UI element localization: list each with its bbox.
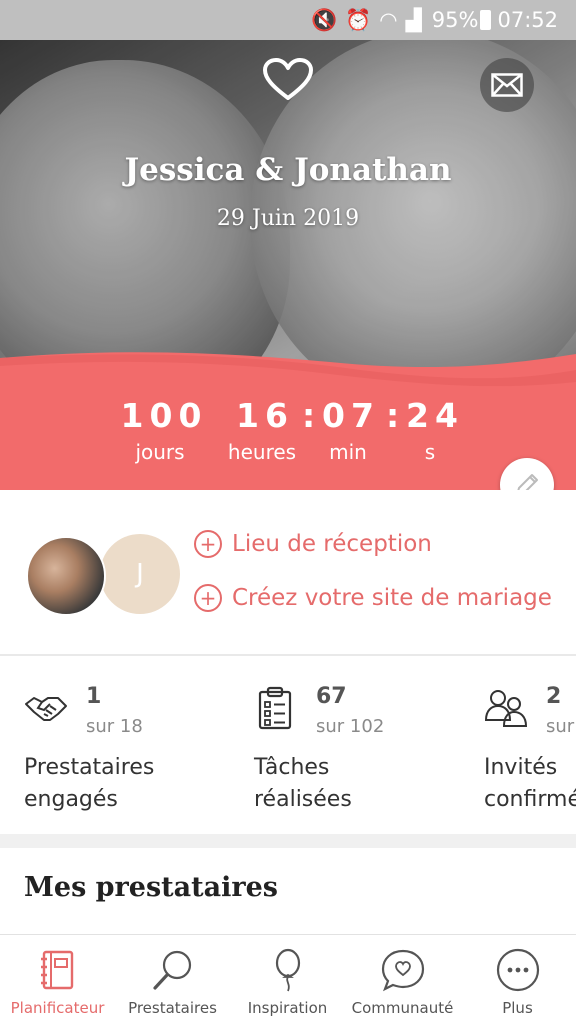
- signal-icon: ▟: [405, 8, 422, 32]
- alarm-icon: ⏰: [345, 7, 372, 32]
- battery-icon: [480, 10, 492, 30]
- nav-label: Prestataires: [128, 999, 217, 1017]
- bottom-navigation: Planificateur Prestataires Inspiration C…: [0, 934, 576, 1024]
- countdown-hours-label: heures: [227, 440, 297, 464]
- stat-guests[interactable]: 2 sur Invités confirmés: [484, 658, 576, 834]
- nav-inspiration[interactable]: Inspiration: [230, 935, 345, 1024]
- chat-heart-icon: [381, 949, 424, 992]
- stat-count: 67: [316, 684, 347, 709]
- create-wedding-site-label: Créez votre site de mariage: [232, 585, 552, 611]
- countdown-hours: 16: [236, 396, 294, 435]
- stat-count: 2: [546, 684, 562, 709]
- envelope-icon: [491, 73, 523, 97]
- stat-label-line: réalisées: [254, 787, 352, 812]
- wifi-icon: ◠: [379, 8, 398, 32]
- add-reception-venue-link[interactable]: + Lieu de réception: [194, 530, 432, 558]
- status-icons: 🔇 ⏰ ◠ ▟: [311, 8, 422, 33]
- stat-label-line: Tâches: [254, 755, 330, 780]
- plus-circle-icon: +: [194, 530, 222, 558]
- balloon-icon: [275, 948, 300, 992]
- stat-label-line: engagés: [24, 787, 118, 812]
- search-icon: [152, 950, 191, 990]
- heart-icon: [263, 58, 313, 100]
- status-bar: 🔇 ⏰ ◠ ▟ 95% 07:52: [0, 0, 576, 40]
- couple-avatar[interactable]: [26, 536, 106, 616]
- messages-button[interactable]: [480, 58, 534, 112]
- nav-prestataires[interactable]: Prestataires: [115, 935, 230, 1024]
- countdown-minutes: 07: [322, 396, 380, 435]
- nav-label: Planificateur: [10, 999, 105, 1017]
- countdown: 100 16 : 07 : 24 jours heures min s: [0, 396, 576, 486]
- plus-circle-icon: +: [194, 584, 222, 612]
- stat-label-line: Prestataires: [24, 755, 155, 780]
- countdown-separator: :: [302, 396, 316, 435]
- stat-total: sur 102: [316, 716, 385, 737]
- add-reception-venue-label: Lieu de réception: [232, 531, 432, 557]
- countdown-seconds-label: s: [424, 440, 436, 464]
- countdown-days: 100: [120, 396, 208, 435]
- battery-percent: 95%: [431, 8, 479, 32]
- stat-label-line: confirmés: [484, 787, 576, 812]
- mute-icon: 🔇: [310, 7, 338, 32]
- more-icon: [496, 948, 539, 992]
- stat-vendors[interactable]: 1 sur 18 Prestataires engagés: [24, 658, 244, 834]
- nav-label: Plus: [502, 999, 533, 1017]
- guests-icon: [484, 690, 528, 727]
- stats-row: 1 sur 18 Prestataires engagés 67 sur 102…: [0, 658, 576, 834]
- planner-icon: [40, 950, 73, 990]
- partner-avatar[interactable]: J: [100, 534, 180, 614]
- nav-plus[interactable]: Plus: [460, 935, 575, 1024]
- stat-label: Prestataires engagés: [24, 752, 154, 816]
- stat-tasks[interactable]: 67 sur 102 Tâches réalisées: [254, 658, 474, 834]
- nav-label: Communauté: [351, 999, 454, 1017]
- stat-label: Tâches réalisées: [254, 752, 352, 816]
- countdown-seconds: 24: [406, 396, 464, 435]
- clock: 07:52: [497, 8, 558, 32]
- nav-label: Inspiration: [247, 999, 328, 1017]
- nav-communaute[interactable]: Communauté: [345, 935, 460, 1024]
- stat-label: Invités confirmés: [484, 752, 576, 816]
- countdown-days-label: jours: [135, 440, 185, 464]
- create-wedding-site-link[interactable]: + Créez votre site de mariage: [194, 584, 552, 612]
- stat-total: sur 18: [86, 716, 143, 737]
- nav-planificateur[interactable]: Planificateur: [0, 935, 115, 1024]
- stat-label-line: Invités: [484, 755, 558, 780]
- profile-section: J + Lieu de réception + Créez votre site…: [0, 490, 576, 656]
- section-title: Mes prestataires: [24, 872, 278, 903]
- stat-count: 1: [86, 684, 102, 709]
- clipboard-icon: [258, 686, 292, 730]
- countdown-separator: :: [386, 396, 400, 435]
- couple-name: Jessica & Jonathan: [124, 152, 452, 188]
- stat-total: sur: [546, 716, 575, 737]
- wedding-date: 29 Juin 2019: [216, 206, 360, 231]
- handshake-icon: [25, 697, 67, 721]
- section-divider: [0, 834, 576, 848]
